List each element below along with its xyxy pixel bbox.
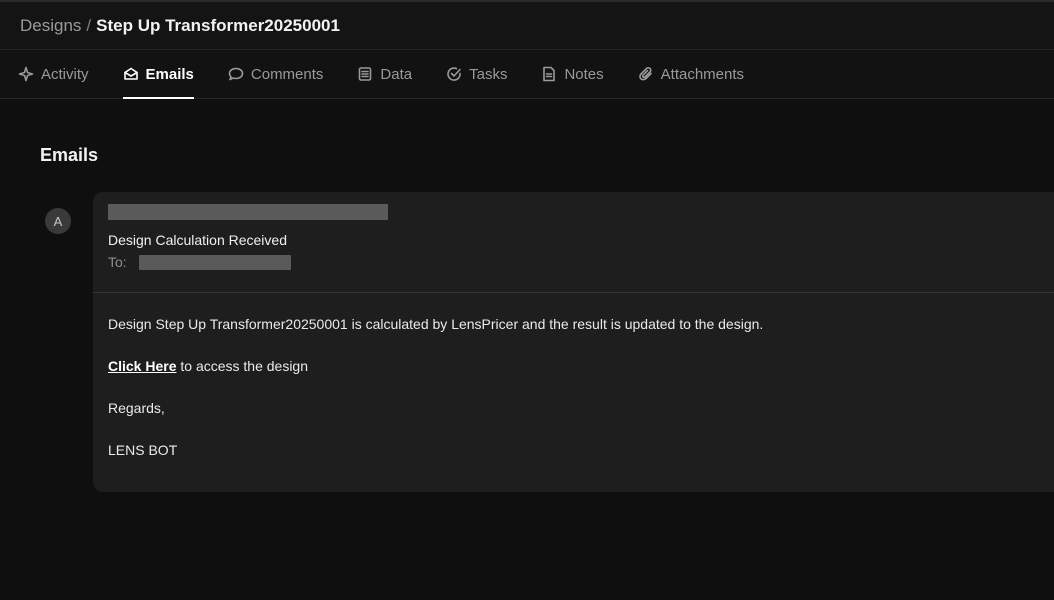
- email-header: Design Calculation Received To:: [93, 192, 1054, 293]
- tab-emails-label: Emails: [145, 65, 194, 83]
- breadcrumb-separator: /: [86, 15, 92, 35]
- link-suffix-text: to access the design: [176, 358, 309, 374]
- comment-icon: [228, 67, 244, 81]
- click-here-link[interactable]: Click Here: [108, 358, 176, 374]
- notes-icon: [543, 66, 556, 82]
- page-title: Step Up Transformer20250001: [96, 15, 340, 35]
- activity-icon: [18, 66, 34, 82]
- emails-section-title: Emails: [40, 145, 99, 165]
- tab-notes-label: Notes: [564, 65, 604, 83]
- email-body: Design Step Up Transformer20250001 is ca…: [93, 293, 1054, 461]
- tab-tasks-label: Tasks: [469, 65, 508, 83]
- email-link-line: Click Here to access the design: [108, 356, 1054, 377]
- breadcrumb-designs-link[interactable]: Designs: [20, 16, 81, 36]
- tab-data-label: Data: [380, 65, 413, 83]
- data-icon: [359, 67, 372, 81]
- email-subject: Design Calculation Received: [108, 232, 287, 248]
- tab-data[interactable]: Data: [357, 50, 412, 98]
- tab-comments[interactable]: Comments: [228, 50, 324, 98]
- to-label: To:: [108, 254, 127, 270]
- breadcrumb: Designs / Step Up Transformer20250001: [0, 0, 1054, 50]
- email-recipient-row: To:: [108, 254, 1054, 270]
- mail-icon: [123, 67, 138, 80]
- tab-notes[interactable]: Notes: [541, 50, 604, 98]
- email-card[interactable]: Design Calculation Received To: Design S…: [93, 192, 1054, 492]
- tab-tasks[interactable]: Tasks: [446, 50, 507, 98]
- tab-activity-label: Activity: [41, 65, 89, 83]
- tab-activity[interactable]: Activity: [18, 50, 89, 98]
- email-signature: LENS BOT: [108, 442, 178, 458]
- tab-attachments-label: Attachments: [660, 65, 745, 83]
- sender-redacted: [108, 204, 388, 220]
- email-regards: Regards,: [108, 400, 165, 416]
- recipient-redacted: [138, 254, 291, 270]
- tab-bar: Activity Emails Comments Data Tasks Note…: [0, 50, 1054, 99]
- tasks-icon: [447, 67, 461, 81]
- paperclip-icon: [638, 66, 652, 81]
- tab-attachments[interactable]: Attachments: [638, 50, 744, 98]
- avatar: A: [45, 208, 71, 234]
- app-root: Designs / Step Up Transformer20250001 Ac…: [0, 0, 1054, 600]
- tab-comments-label: Comments: [250, 65, 324, 83]
- tab-emails[interactable]: Emails: [122, 50, 195, 99]
- email-body-line: Design Step Up Transformer20250001 is ca…: [108, 316, 764, 332]
